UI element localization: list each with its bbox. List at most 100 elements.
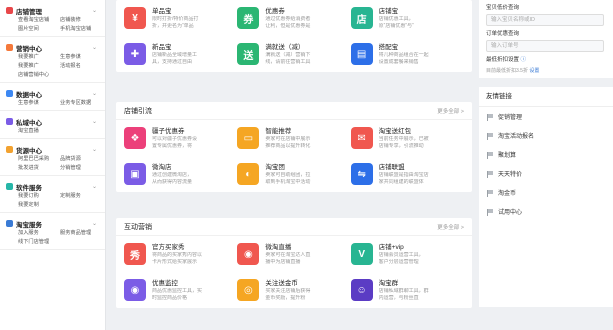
category-icon bbox=[6, 44, 13, 51]
chevron-down-icon[interactable]: ⌄ bbox=[92, 90, 97, 97]
sidebar-link[interactable]: 查看淘宝店铺 bbox=[18, 16, 60, 24]
sidebar-link[interactable]: 淘宝直播 bbox=[18, 127, 60, 135]
friend-link[interactable]: 淘金币 bbox=[479, 183, 613, 202]
sidebar-group: 货源中心 ⌄ 阿里巴巴采购 品牌货源 批发进货 分销管理 bbox=[0, 139, 105, 176]
app-tile[interactable]: 秀官方买家秀 将商品的买家秀内容以 卡片形式给买家展示 bbox=[124, 236, 237, 272]
app-tile[interactable]: 券优惠券 通过优惠券给消费者 让利，但是优惠券是 bbox=[237, 0, 350, 36]
sidebar-link[interactable]: 我要定制 bbox=[18, 201, 60, 209]
panel-header: 店铺引流 更多全部 > bbox=[116, 102, 472, 120]
sidebar-links: 加入服务 服务商品管理 线下门店管理 bbox=[6, 229, 105, 246]
sidebar-links: 阿里巴巴采购 品牌货源 批发进货 分销管理 bbox=[6, 155, 105, 172]
sidebar-link[interactable]: 定制服务 bbox=[60, 192, 104, 200]
app-panel: ¥ 单品宝 限时打折/特价商品打 折，并更名为“单品券优惠券 通过优惠券给消费者 让利，但… bbox=[116, 0, 472, 72]
sidebar-link[interactable]: 我要推广 bbox=[18, 53, 60, 61]
chevron-down-icon[interactable]: ⌄ bbox=[92, 44, 97, 51]
app-description: 推荐商品以提升转化 bbox=[265, 142, 311, 149]
sidebar-link[interactable]: 线下门店管理 bbox=[18, 238, 60, 246]
sidebar-link[interactable]: 店铺装修 bbox=[60, 16, 104, 24]
app-text: 单品宝 限时打折/特价商品打 折，并更名为“单品 bbox=[152, 7, 230, 29]
sidebar-link[interactable]: 加入服务 bbox=[18, 229, 60, 237]
friend-link[interactable]: 促销管理 bbox=[479, 107, 613, 126]
sidebar-group-header[interactable]: 软件服务 ⌄ bbox=[6, 181, 105, 192]
friend-link[interactable]: 淘宝活动报名 bbox=[479, 126, 613, 145]
app-tile[interactable]: ◉ 微淘直播 卖家可在淘宝达人直 播中为店铺直播 bbox=[237, 236, 350, 272]
app-tile[interactable]: ✚ 新品宝 店铺新品全域增量工 具，支持通过自由 bbox=[124, 36, 237, 72]
min-discount-set-link[interactable]: 设置 bbox=[529, 68, 539, 74]
app-tile[interactable]: ⇋ 店铺联盟 店铺联盟是指由淘宝店 家共同组建的联盟体 bbox=[350, 156, 464, 192]
sidebar-link[interactable]: 手机淘宝店铺 bbox=[60, 25, 104, 33]
sidebar-link[interactable]: 服务商品管理 bbox=[60, 229, 104, 237]
app-tile[interactable]: ◎ 关注送金币 买家关注店铺后获得 金币奖励，提升粉 bbox=[237, 272, 350, 308]
app-tile[interactable]: ✉ 淘宝送红包 当前任务中展示，已被 店铺专享，引流推动 bbox=[350, 120, 464, 156]
app-tile[interactable]: ◉ 优惠监控 商品优惠监控工具，实 时监控商品价格 bbox=[124, 272, 237, 308]
app-description: 原“店铺优惠”与“ bbox=[378, 22, 414, 29]
friend-link[interactable]: 试用中心 bbox=[479, 202, 613, 221]
sidebar-group-header[interactable]: 数据中心 ⌄ bbox=[6, 88, 105, 99]
sidebar-links: 淘宝直播 bbox=[6, 127, 105, 135]
app-name: 优惠监控 bbox=[152, 280, 178, 287]
panel-title: 店铺引流 bbox=[124, 107, 152, 115]
app-description: 设置成套餐来销售 bbox=[378, 58, 419, 65]
app-tile[interactable]: ❖ 疆子优惠券 可以对疆子优惠券设 置专属优惠券，将 bbox=[124, 120, 237, 156]
app-tile[interactable]: ◐ 淘宝团 卖家可自助组团，拉 取到手机淘宝中活动 bbox=[237, 156, 350, 192]
chevron-down-icon[interactable]: ⌄ bbox=[92, 220, 97, 227]
app-description: 播中为店铺直播 bbox=[265, 258, 301, 265]
sidebar-link[interactable]: 店铺营销中心 bbox=[18, 71, 60, 79]
app-tile[interactable]: 送满就送（减） 满就送（减）营销下 线，请前往营销工具 bbox=[237, 36, 350, 72]
broadcast-icon: ◉ bbox=[237, 243, 260, 265]
sidebar-link[interactable]: 业务专区数据 bbox=[60, 99, 104, 107]
sidebar-group-title: 店铺管理 bbox=[16, 8, 42, 16]
sidebar-group: 软件服务 ⌄ 我要订购 定制服务 我要定制 bbox=[0, 176, 105, 213]
sidebar-group-header[interactable]: 货源中心 ⌄ bbox=[6, 144, 105, 155]
sidebar-link[interactable]: 我要订购 bbox=[18, 192, 60, 200]
friend-links-title: 友情链接 bbox=[479, 87, 613, 107]
app-tile[interactable]: ¥ 单品宝 限时打折/特价商品打 折，并更名为“单品 bbox=[124, 0, 237, 36]
sidebar-link[interactable]: 批发进货 bbox=[18, 164, 60, 172]
app-tile[interactable]: ☺ 淘宝群 店铺私域群聊工具，群 内运营，与粉丝直 bbox=[350, 272, 464, 308]
sidebar-group-header[interactable]: 店铺管理 ⌄ bbox=[6, 5, 105, 16]
app-name: 淘宝群 bbox=[378, 280, 399, 287]
sidebar-link[interactable]: 图片空间 bbox=[18, 25, 60, 33]
app-text: 店铺宝 店铺优惠工具， 原“店铺优惠”与“ bbox=[379, 7, 457, 29]
app-text: 新品宝 店铺新品全域增量工 具，支持通过自由 bbox=[152, 43, 230, 65]
app-tile[interactable]: ▤ 搭配宝 将几种商品组合在一起 设置成套餐来销售 bbox=[350, 36, 464, 72]
sidebar-group: 店铺管理 ⌄ 查看淘宝店铺 店铺装修 图片空间 手机淘宝店铺 bbox=[0, 0, 105, 37]
app-text: 淘宝送红包 当前任务中展示，已被 店铺专享，引流推动 bbox=[379, 127, 457, 149]
app-name: 关注送金币 bbox=[265, 280, 298, 287]
order-query-input[interactable]: 输入订单号 bbox=[486, 40, 604, 52]
app-tile[interactable]: ▭ 智能推荐 卖家可在店铺中展示 推荐商品以提升转化 bbox=[237, 120, 350, 156]
app-name: 搭配宝 bbox=[378, 44, 399, 51]
sidebar-group-header[interactable]: 淘宝服务 ⌄ bbox=[6, 218, 105, 229]
friend-link[interactable]: 聚划算 bbox=[479, 145, 613, 164]
view-all-link[interactable]: 更多全部 > bbox=[437, 223, 464, 231]
app-description: 取到手机淘宝中活动 bbox=[265, 178, 311, 185]
app-tile[interactable]: ▣ 微淘店 通过创建微淘店， 从而获得内容流量 bbox=[124, 156, 237, 192]
sidebar-nav: 店铺管理 ⌄ 查看淘宝店铺 店铺装修 图片空间 手机淘宝店铺 营销中心 ⌄ 我要推广 生意参谋 我要… bbox=[0, 0, 106, 330]
app-name: 智能推荐 bbox=[265, 128, 292, 135]
sidebar-group-header[interactable]: 营销中心 ⌄ bbox=[6, 42, 105, 53]
sidebar-link[interactable]: 阿里巴巴采购 bbox=[18, 155, 60, 163]
eye-icon: ◉ bbox=[124, 279, 146, 301]
app-description: 线，请前往营销工具 bbox=[265, 58, 311, 65]
app-tile[interactable]: V 店铺+vip 店铺会员运营工具， 客户分层运营管理 bbox=[350, 236, 464, 272]
sidebar-link[interactable]: 生意参谋 bbox=[18, 99, 60, 107]
sidebar-link[interactable]: 活动报名 bbox=[60, 62, 104, 70]
sidebar-link[interactable]: 分销管理 bbox=[60, 164, 104, 172]
chevron-down-icon[interactable]: ⌄ bbox=[92, 118, 97, 125]
sidebar-link[interactable]: 品牌货源 bbox=[60, 155, 104, 163]
app-name: 满就送（减） bbox=[265, 44, 305, 51]
view-all-link[interactable]: 更多全部 > bbox=[437, 107, 464, 115]
sidebar-group-header[interactable]: 私域中心 ⌄ bbox=[6, 116, 105, 127]
friend-link[interactable]: 天天特价 bbox=[479, 164, 613, 183]
chevron-down-icon[interactable]: ⌄ bbox=[92, 183, 97, 190]
price-query-input[interactable]: 输入宝贝名称或ID bbox=[486, 14, 604, 26]
app-tile[interactable]: 店店铺宝 店铺优惠工具， 原“店铺优惠”与“ bbox=[350, 0, 464, 36]
redpacket-icon: ✉ bbox=[350, 127, 373, 149]
app-description: 置专属优惠券，将 bbox=[152, 142, 193, 149]
app-name: 微淘店 bbox=[152, 164, 172, 171]
sidebar-link[interactable]: 生意参谋 bbox=[60, 53, 104, 61]
chevron-down-icon[interactable]: ⌄ bbox=[92, 146, 97, 153]
sidebar-link[interactable]: 我要推广 bbox=[18, 62, 60, 70]
app-description: 让利，但是优惠券是 bbox=[265, 22, 311, 29]
chevron-down-icon[interactable]: ⌄ bbox=[92, 7, 97, 14]
